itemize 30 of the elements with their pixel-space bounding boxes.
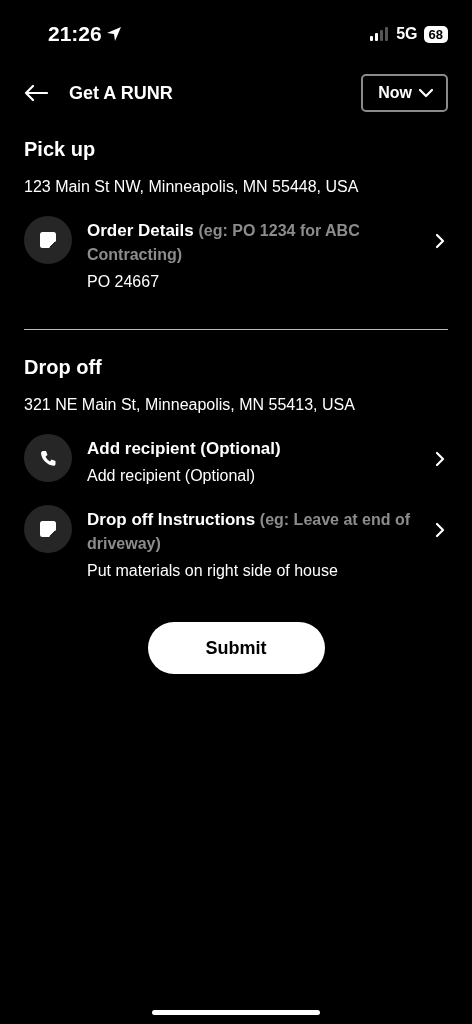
location-arrow-icon bbox=[105, 26, 122, 42]
section-heading: Drop off bbox=[24, 356, 103, 379]
address-text: 321 NE Main St, Minneapolis, MN 55413, USA bbox=[24, 396, 356, 414]
detail-row[interactable]: Order Details (eg: PO 1234 for ABC Contracting) PO 24667 bbox=[24, 216, 448, 291]
note-icon bbox=[40, 232, 56, 248]
chevron-right-icon bbox=[435, 233, 445, 249]
signal-icon bbox=[370, 27, 391, 41]
detail-row[interactable]: Add recipient (Optional) Add recipient (Optional) bbox=[24, 434, 448, 485]
network-label: 5G bbox=[396, 25, 418, 43]
clock-time: 21:26 bbox=[48, 22, 102, 46]
note-icon bbox=[40, 521, 56, 537]
detail-row[interactable]: Drop off Instructions (eg: Leave at end of driveway) Put materials on right side of house bbox=[24, 505, 448, 580]
chevron-right-icon bbox=[435, 451, 445, 467]
schedule-dropdown[interactable]: Now bbox=[361, 74, 448, 112]
back-arrow-icon bbox=[24, 84, 48, 102]
battery-level: 68 bbox=[423, 25, 448, 43]
page-title: Get A RUNR bbox=[69, 82, 174, 104]
chevron-right-icon bbox=[435, 522, 445, 538]
submit-button[interactable]: Submit bbox=[147, 622, 325, 674]
phone-icon bbox=[40, 450, 56, 466]
section-heading: Pick up bbox=[24, 138, 97, 161]
back-button[interactable] bbox=[24, 84, 48, 102]
row-title: Add recipient (Optional) bbox=[87, 438, 282, 460]
row-title: Drop off Instructions (eg: Leave at end of driveway) bbox=[87, 509, 411, 554]
chevron-down-icon bbox=[418, 88, 434, 98]
row-value: PO 24667 bbox=[87, 273, 161, 291]
address-text: 123 Main St NW, Minneapolis, MN 55448, USA bbox=[24, 178, 360, 196]
row-title: Order Details (eg: PO 1234 for ABC Contracting) bbox=[87, 220, 361, 265]
row-value: Put materials on right side of house bbox=[87, 562, 339, 580]
row-value: Add recipient (Optional) bbox=[87, 467, 257, 485]
